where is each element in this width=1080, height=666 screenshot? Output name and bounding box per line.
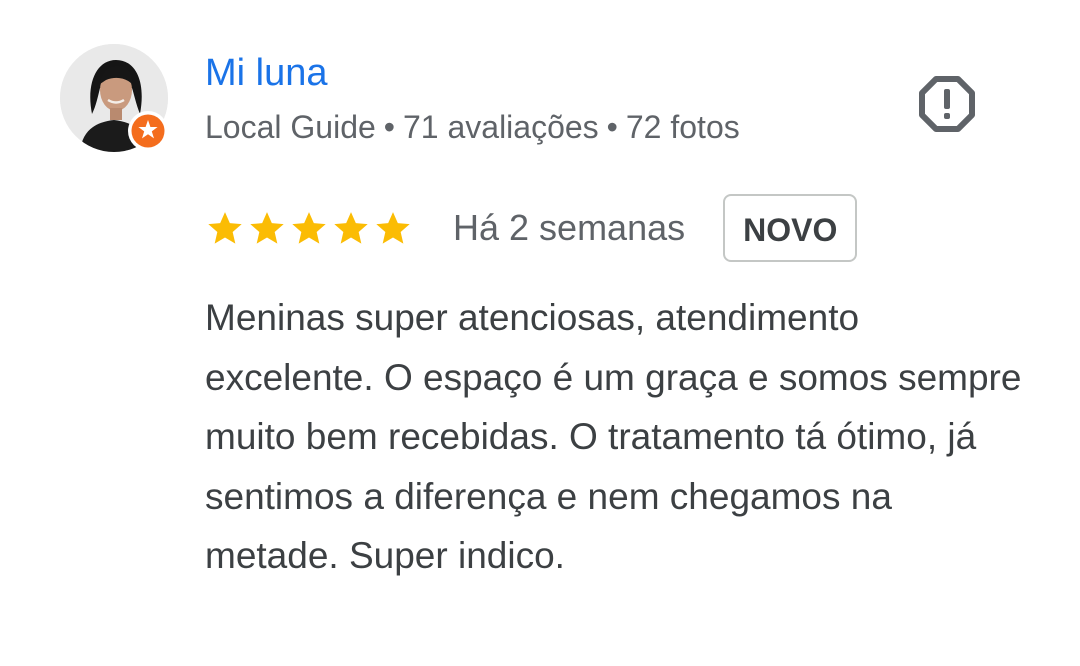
star-icon — [208, 212, 242, 244]
rating-row: Há 2 semanas NOVO — [205, 194, 858, 262]
local-guide-label: Local Guide — [205, 109, 376, 145]
star-icon — [376, 212, 410, 244]
review-text: Meninas super atenciosas, atendimento ex… — [205, 297, 1022, 576]
meta-separator: • — [383, 109, 395, 145]
review-card: Mi luna Local Guide • 71 avaliações • 72 fot… — [0, 0, 1080, 666]
star-icon — [334, 212, 368, 244]
reviews-count: 71 avaliações — [402, 109, 599, 145]
report-octagon-icon — [919, 76, 975, 132]
star-rating — [205, 208, 413, 248]
star-icon — [292, 212, 326, 244]
star-icon — [250, 212, 284, 244]
author-name[interactable]: Mi luna — [205, 50, 328, 96]
report-button[interactable] — [918, 75, 976, 133]
new-badge: NOVO — [723, 194, 858, 262]
local-guide-badge-icon — [128, 111, 168, 151]
review-date: Há 2 semanas — [453, 207, 686, 248]
author-meta: Local Guide • 71 avaliações • 72 fotos — [205, 106, 740, 148]
meta-separator: • — [606, 109, 618, 145]
photos-count: 72 fotos — [625, 109, 740, 145]
